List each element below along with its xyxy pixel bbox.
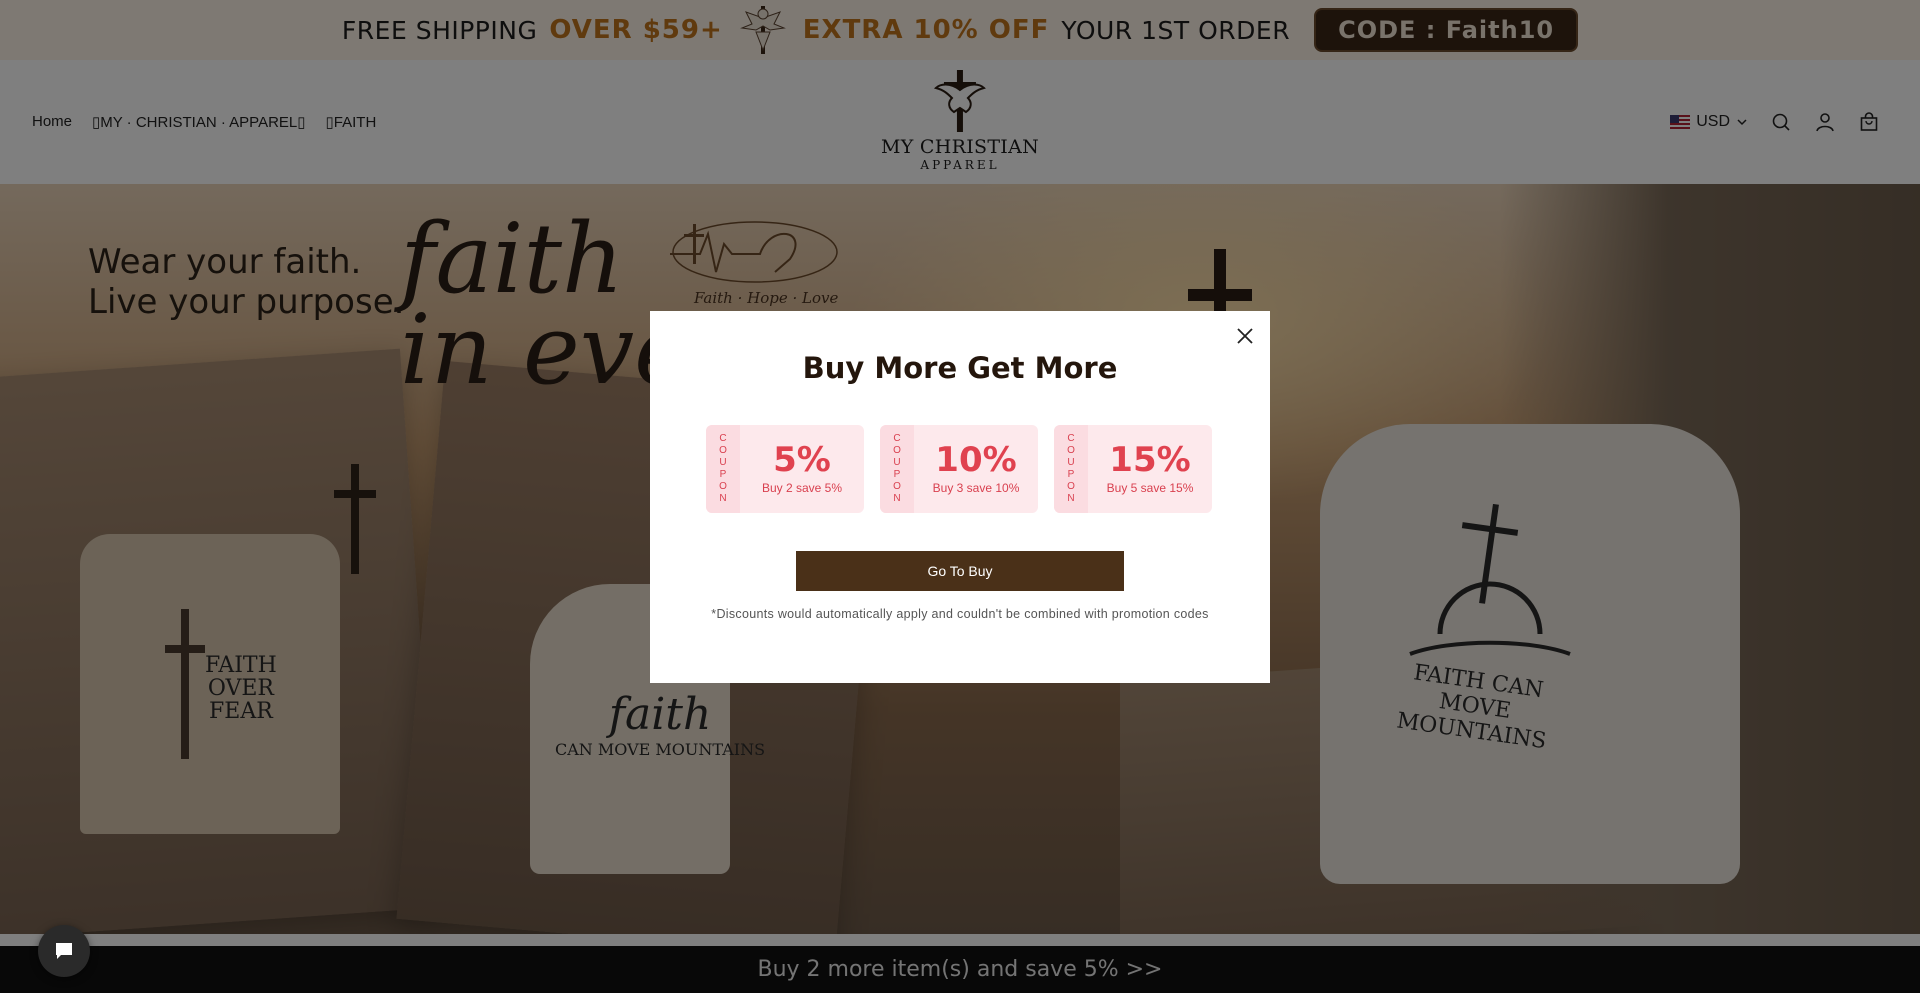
coupon-percent: 15%	[1109, 440, 1191, 480]
coupon-card: COUPON 5% Buy 2 save 5%	[706, 425, 864, 513]
discount-disclaimer: *Discounts would automatically apply and…	[711, 607, 1209, 621]
chat-button[interactable]	[38, 925, 90, 977]
coupon-list: COUPON 5% Buy 2 save 5% COUPON 10% Buy 3…	[706, 425, 1212, 513]
coupon-percent: 5%	[773, 440, 831, 480]
close-icon[interactable]	[1232, 323, 1258, 349]
coupon-card: COUPON 15% Buy 5 save 15%	[1054, 425, 1212, 513]
buy-more-modal: Buy More Get More COUPON 5% Buy 2 save 5…	[650, 311, 1270, 683]
coupon-percent: 10%	[935, 440, 1017, 480]
go-to-buy-button[interactable]: Go To Buy	[796, 551, 1124, 591]
chat-icon	[56, 943, 72, 959]
coupon-card: COUPON 10% Buy 3 save 10%	[880, 425, 1038, 513]
coupon-side-label: COUPON	[1054, 425, 1088, 513]
coupon-side-label: COUPON	[706, 425, 740, 513]
coupon-description: Buy 3 save 10%	[932, 481, 1020, 495]
coupon-description: Buy 5 save 15%	[1106, 481, 1194, 495]
modal-title: Buy More Get More	[802, 351, 1118, 385]
coupon-side-label: COUPON	[880, 425, 914, 513]
coupon-description: Buy 2 save 5%	[761, 481, 843, 495]
